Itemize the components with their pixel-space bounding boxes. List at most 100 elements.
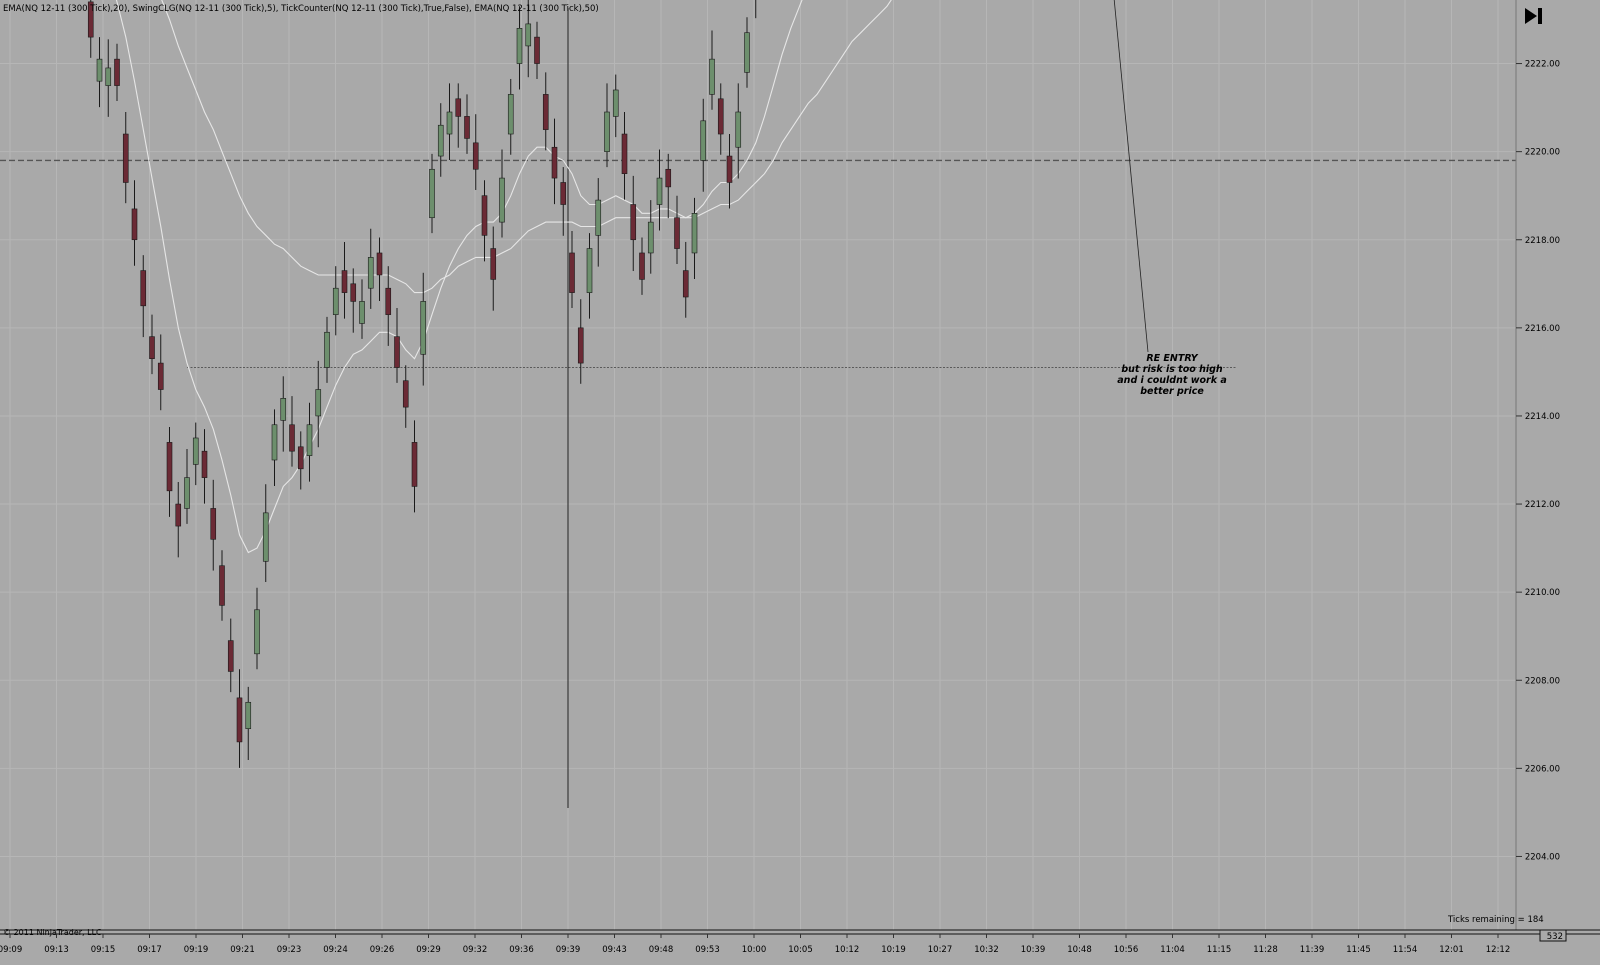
candle-down xyxy=(621,133,628,174)
price-axis-label: 2218.00 xyxy=(1525,236,1560,246)
candle-down xyxy=(394,336,400,368)
candle-up xyxy=(359,301,365,324)
candle-down xyxy=(385,287,392,315)
candle-up xyxy=(429,168,435,219)
copyright-text: © 2011 NinjaTrader, LLC xyxy=(3,928,102,937)
time-axis-label: 10:32 xyxy=(974,945,999,955)
price-axis-label: 2206.00 xyxy=(1525,764,1560,774)
candle-up xyxy=(280,398,287,421)
candle-down xyxy=(402,380,409,408)
candle-up xyxy=(184,477,190,509)
candle-up xyxy=(586,248,593,293)
time-axis-label: 11:28 xyxy=(1253,945,1278,955)
candle-down xyxy=(350,283,357,302)
time-axis-label: 10:56 xyxy=(1114,945,1139,955)
candle-up xyxy=(525,23,532,47)
price-axis-label: 2208.00 xyxy=(1525,676,1560,686)
time-axis-label: 09:26 xyxy=(370,945,395,955)
candle-up xyxy=(245,701,252,730)
candle-up xyxy=(105,67,112,86)
candle-down xyxy=(534,36,540,64)
price-axis-label: 2204.00 xyxy=(1525,852,1560,862)
candle-down xyxy=(542,94,549,130)
time-axis-label: 09:17 xyxy=(137,945,162,955)
price-axis-label: 2220.00 xyxy=(1525,148,1560,158)
candle-up xyxy=(271,424,278,461)
candle-up xyxy=(647,221,654,254)
candle-down xyxy=(114,58,120,86)
candle-up xyxy=(656,177,663,205)
annotation-text: RE ENTRY xyxy=(1146,353,1198,364)
skip-to-end-icon[interactable] xyxy=(1523,6,1545,26)
time-axis-label: 11:54 xyxy=(1393,945,1418,955)
time-axis-label: 09:13 xyxy=(44,945,69,955)
time-axis-label: 09:29 xyxy=(416,945,441,955)
price-axis xyxy=(1516,0,1600,961)
price-chart[interactable]: RE ENTRYbut risk is too highand i couldn… xyxy=(0,0,1600,961)
indicator-header: EMA(NQ 12-11 (300 Tick),20), SwingCLG(NQ… xyxy=(3,4,599,14)
time-axis-label: 10:27 xyxy=(928,945,953,955)
candle-down xyxy=(630,204,637,241)
candle-up xyxy=(735,111,742,148)
time-axis-label: 09:53 xyxy=(695,945,720,955)
time-axis-label: 11:45 xyxy=(1346,945,1371,955)
candle-down xyxy=(726,155,733,183)
candle-down xyxy=(569,252,575,293)
price-axis-label: 2210.00 xyxy=(1525,588,1560,598)
candle-up xyxy=(437,124,444,157)
candle-down xyxy=(455,98,462,117)
candle-down xyxy=(717,98,724,135)
time-axis-label: 10:39 xyxy=(1021,945,1046,955)
candle-down xyxy=(674,217,680,249)
candle-down xyxy=(481,195,488,236)
time-axis-label: 09:43 xyxy=(602,945,627,955)
annotation-text: better price xyxy=(1140,386,1204,397)
candle-down xyxy=(175,503,182,527)
candle-down xyxy=(577,327,584,364)
time-axis-label: 12:12 xyxy=(1486,945,1511,955)
price-axis-label: 2212.00 xyxy=(1525,500,1560,510)
price-axis-label: 2216.00 xyxy=(1525,324,1560,334)
time-axis-label: 09:48 xyxy=(649,945,674,955)
candle-down xyxy=(201,450,208,478)
candle-up xyxy=(507,94,514,135)
time-axis-label: 10:19 xyxy=(881,945,906,955)
candle-down xyxy=(551,146,558,179)
candle-down xyxy=(682,270,689,298)
candle-up xyxy=(96,58,103,82)
candle-up xyxy=(516,28,523,64)
candle-up xyxy=(332,287,339,315)
chart-area[interactable]: RE ENTRY but risk is too high and i couldn… xyxy=(0,0,1600,961)
candle-up xyxy=(324,331,330,368)
candle-down xyxy=(140,270,147,307)
candle-down xyxy=(341,270,348,293)
candle-down xyxy=(236,697,243,743)
time-axis-label: 10:12 xyxy=(835,945,860,955)
time-axis-label: 09:19 xyxy=(184,945,209,955)
time-axis-label: 10:48 xyxy=(1067,945,1092,955)
candle-up xyxy=(254,609,260,655)
candle-down xyxy=(219,565,225,606)
price-axis-label: 2214.00 xyxy=(1525,412,1560,422)
skip-to-end-glyph xyxy=(1525,8,1542,24)
candle-down xyxy=(639,252,645,280)
time-axis-label: 09:23 xyxy=(277,945,302,955)
time-axis-label: 09:24 xyxy=(323,945,348,955)
candle-up xyxy=(262,512,269,562)
candle-down xyxy=(210,508,217,540)
candle-up xyxy=(499,177,505,223)
candle-up xyxy=(367,257,374,289)
candle-down xyxy=(227,640,234,672)
volume-badge-label: 532 xyxy=(1547,932,1563,942)
time-axis-label: 09:09 xyxy=(0,945,22,955)
candle-down xyxy=(157,362,164,390)
time-axis-label: 10:05 xyxy=(788,945,813,955)
candle-up xyxy=(192,437,199,465)
candle-up xyxy=(691,213,698,254)
time-axis-label: 09:39 xyxy=(556,945,581,955)
candle-down xyxy=(472,142,479,170)
candle-up xyxy=(604,111,610,152)
candle-up xyxy=(315,389,322,417)
time-axis-label: 09:36 xyxy=(509,945,534,955)
annotation-text: and i couldnt work a xyxy=(1117,375,1226,386)
